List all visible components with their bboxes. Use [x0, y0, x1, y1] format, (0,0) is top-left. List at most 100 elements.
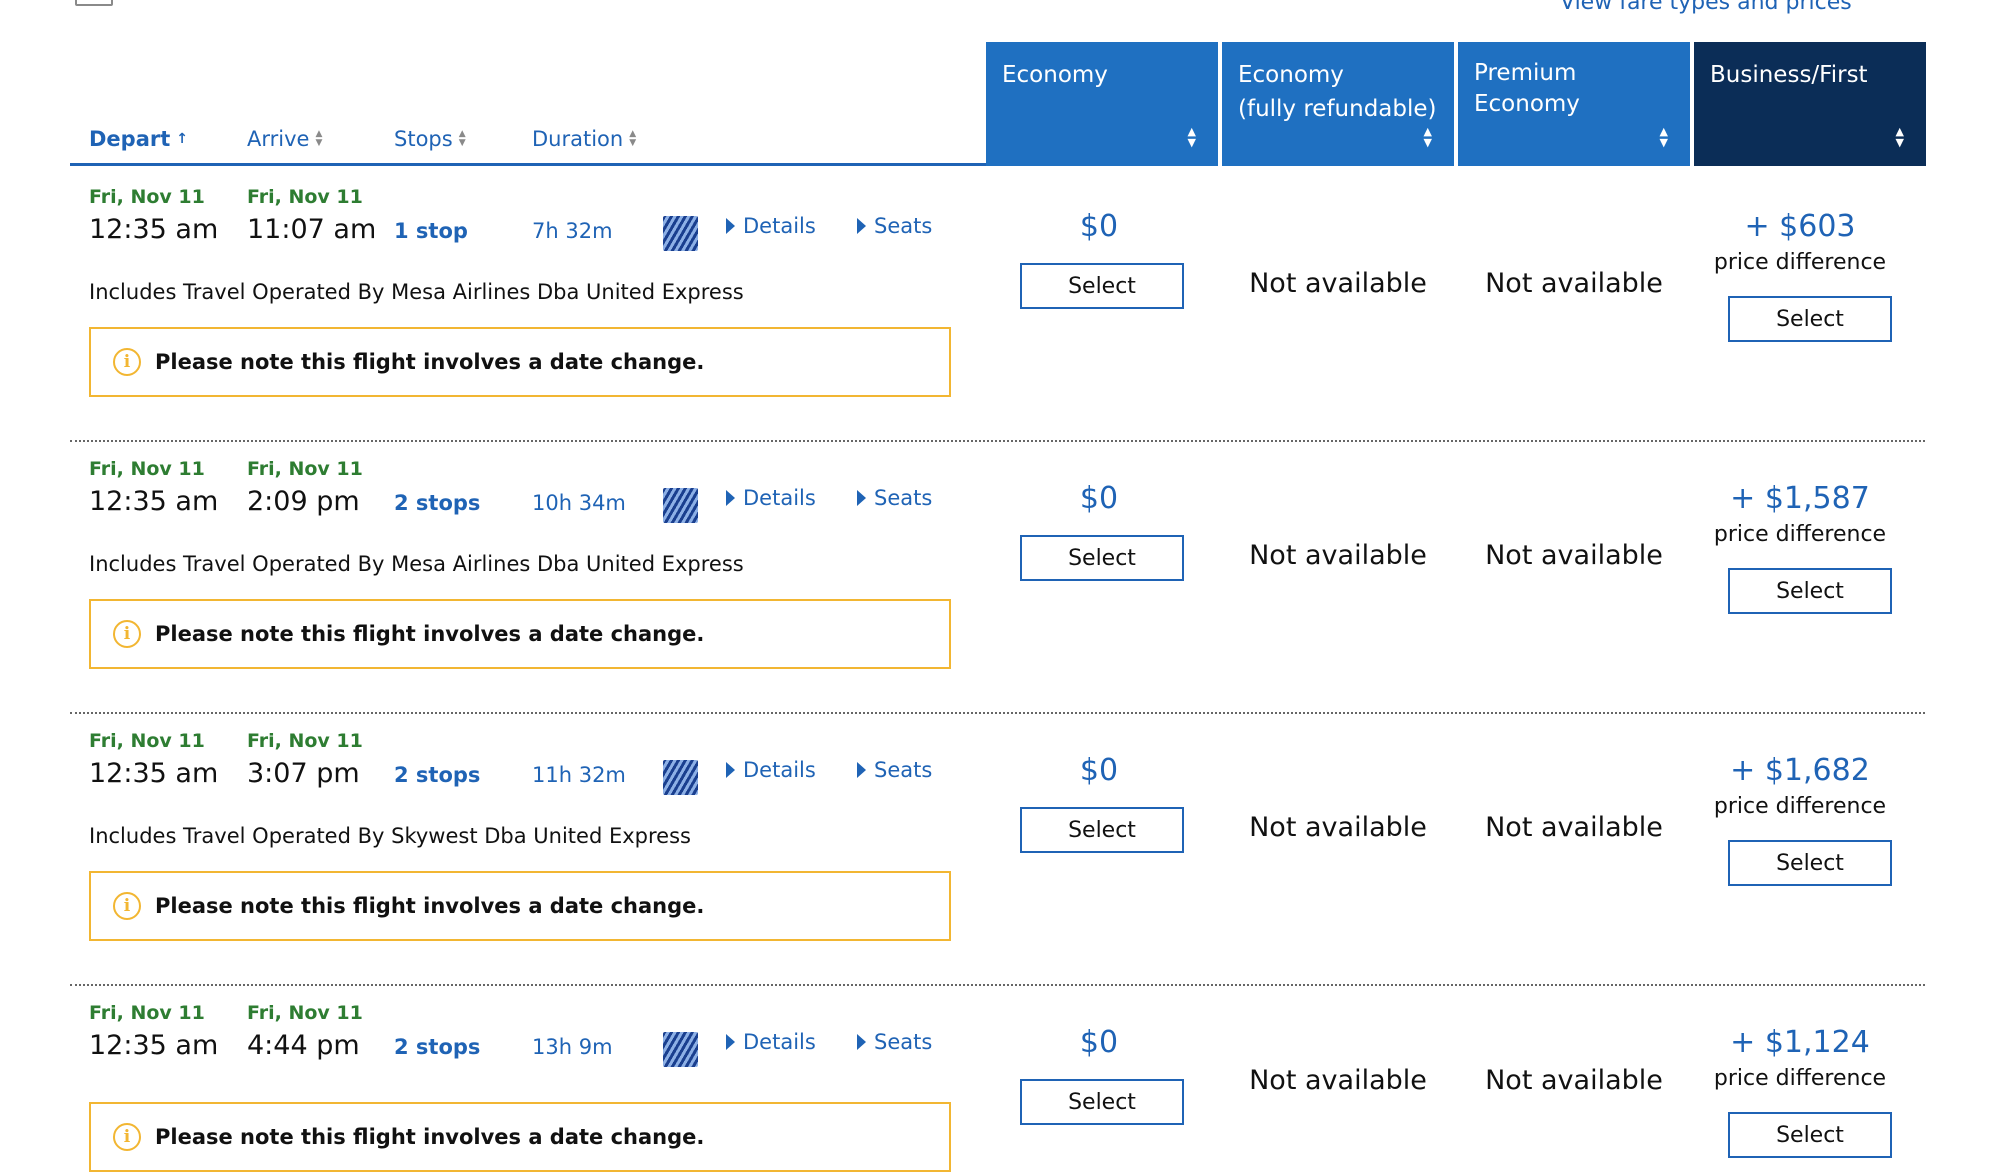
premium-not-available: Not available — [1485, 268, 1663, 299]
sort-arrive[interactable]: Arrive ▲ ▼ — [247, 127, 322, 151]
united-airlines-logo-icon — [663, 760, 698, 795]
depart-time: 12:35 am — [89, 1030, 219, 1061]
seats-label: Seats — [874, 486, 933, 510]
fare-header-line1: Economy — [1238, 62, 1344, 88]
price-difference-label: price difference — [1713, 522, 1887, 547]
fare-header-line1: Economy — [1002, 62, 1108, 88]
seats-toggle[interactable]: Seats — [857, 214, 932, 238]
sort-depart[interactable]: Depart ↑ — [89, 127, 188, 151]
notice-text: Please note this flight involves a date … — [155, 350, 705, 374]
depart-date: Fri, Nov 11 — [89, 1002, 205, 1024]
seats-toggle[interactable]: Seats — [857, 758, 932, 782]
sort-depart-label: Depart — [89, 127, 171, 151]
sort-stops[interactable]: Stops ▲ ▼ — [394, 127, 466, 151]
select-business-button[interactable]: Select — [1728, 840, 1892, 886]
depart-time: 12:35 am — [89, 214, 219, 245]
info-icon: i — [113, 348, 141, 376]
select-business-button[interactable]: Select — [1728, 296, 1892, 342]
caret-right-icon — [726, 1034, 735, 1050]
refundable-not-available: Not available — [1249, 540, 1427, 571]
refundable-not-available: Not available — [1249, 1065, 1427, 1096]
business-price: + $1,124 — [1730, 1025, 1870, 1060]
sort-arrive-label: Arrive — [247, 127, 310, 151]
header-divider — [70, 163, 986, 166]
sort-toggle-icon: ▲ ▼ — [629, 129, 637, 148]
fare-header-line2: (fully refundable) — [1238, 96, 1437, 122]
refundable-not-available: Not available — [1249, 812, 1427, 843]
select-economy-button[interactable]: Select — [1020, 535, 1184, 581]
depart-time: 12:35 am — [89, 486, 219, 517]
duration: 7h 32m — [532, 219, 613, 243]
price-difference-label: price difference — [1713, 250, 1887, 275]
fare-header-economy[interactable]: Economy ▲ ▼ — [986, 42, 1218, 166]
row-divider — [70, 984, 1925, 986]
stops-link[interactable]: 1 stop — [394, 219, 468, 243]
fare-header-economy-refundable[interactable]: Economy (fully refundable) ▲ ▼ — [1222, 42, 1454, 166]
sort-toggle-icon: ▲ ▼ — [458, 129, 466, 148]
premium-not-available: Not available — [1485, 1065, 1663, 1096]
details-toggle[interactable]: Details — [726, 1030, 816, 1054]
sort-toggle-icon: ▲ ▼ — [1423, 125, 1432, 149]
sort-duration[interactable]: Duration ▲ ▼ — [532, 127, 636, 151]
seats-label: Seats — [874, 758, 933, 782]
arrive-time: 3:07 pm — [247, 758, 360, 789]
united-airlines-logo-icon — [663, 488, 698, 523]
arrive-date: Fri, Nov 11 — [247, 1002, 363, 1024]
operated-by: Includes Travel Operated By Mesa Airline… — [89, 552, 744, 576]
checkbox-partial[interactable] — [75, 0, 113, 6]
sort-stops-label: Stops — [394, 127, 453, 151]
united-airlines-logo-icon — [663, 1032, 698, 1067]
select-business-button[interactable]: Select — [1728, 1112, 1892, 1158]
details-label: Details — [743, 486, 816, 510]
economy-price: $0 — [1079, 209, 1119, 244]
arrive-time: 4:44 pm — [247, 1030, 360, 1061]
premium-not-available: Not available — [1485, 812, 1663, 843]
fare-header-line2: Economy — [1474, 91, 1580, 117]
sort-ascending-icon: ↑ — [176, 131, 189, 147]
depart-date: Fri, Nov 11 — [89, 458, 205, 480]
arrive-time: 11:07 am — [247, 214, 377, 245]
fare-types-link[interactable]: View fare types and prices — [1560, 0, 1852, 15]
caret-right-icon — [726, 490, 735, 506]
row-divider — [70, 712, 1925, 714]
seats-toggle[interactable]: Seats — [857, 486, 932, 510]
select-economy-button[interactable]: Select — [1020, 807, 1184, 853]
select-business-button[interactable]: Select — [1728, 568, 1892, 614]
sort-toggle-icon: ▲ ▼ — [315, 129, 323, 148]
duration: 13h 9m — [532, 1035, 613, 1059]
caret-right-icon — [726, 218, 735, 234]
premium-not-available: Not available — [1485, 540, 1663, 571]
depart-date: Fri, Nov 11 — [89, 730, 205, 752]
caret-right-icon — [857, 1034, 866, 1050]
arrive-date: Fri, Nov 11 — [247, 730, 363, 752]
row-divider — [70, 440, 1925, 442]
fare-header-premium-economy[interactable]: Premium Economy ▲ ▼ — [1458, 42, 1690, 166]
business-price: + $603 — [1744, 209, 1856, 244]
fare-header-line1: Premium — [1474, 60, 1577, 86]
details-label: Details — [743, 214, 816, 238]
stops-link[interactable]: 2 stops — [394, 763, 480, 787]
fare-header-business-first[interactable]: Business/First ▲ ▼ — [1694, 42, 1926, 166]
stops-link[interactable]: 2 stops — [394, 1035, 480, 1059]
depart-date: Fri, Nov 11 — [89, 186, 205, 208]
economy-price: $0 — [1079, 1025, 1119, 1060]
date-change-notice: i Please note this flight involves a dat… — [89, 327, 951, 397]
select-economy-button[interactable]: Select — [1020, 263, 1184, 309]
date-change-notice: i Please note this flight involves a dat… — [89, 1102, 951, 1172]
notice-text: Please note this flight involves a date … — [155, 622, 705, 646]
select-economy-button[interactable]: Select — [1020, 1079, 1184, 1125]
stops-link[interactable]: 2 stops — [394, 491, 480, 515]
sort-duration-label: Duration — [532, 127, 624, 151]
sort-toggle-icon: ▲ ▼ — [1187, 125, 1196, 149]
seats-toggle[interactable]: Seats — [857, 1030, 932, 1054]
seats-label: Seats — [874, 1030, 933, 1054]
duration: 10h 34m — [532, 491, 626, 515]
caret-right-icon — [726, 762, 735, 778]
operated-by: Includes Travel Operated By Mesa Airline… — [89, 280, 744, 304]
details-toggle[interactable]: Details — [726, 486, 816, 510]
details-toggle[interactable]: Details — [726, 758, 816, 782]
details-toggle[interactable]: Details — [726, 214, 816, 238]
notice-text: Please note this flight involves a date … — [155, 894, 705, 918]
caret-right-icon — [857, 218, 866, 234]
sort-toggle-icon: ▲ ▼ — [1659, 125, 1668, 149]
